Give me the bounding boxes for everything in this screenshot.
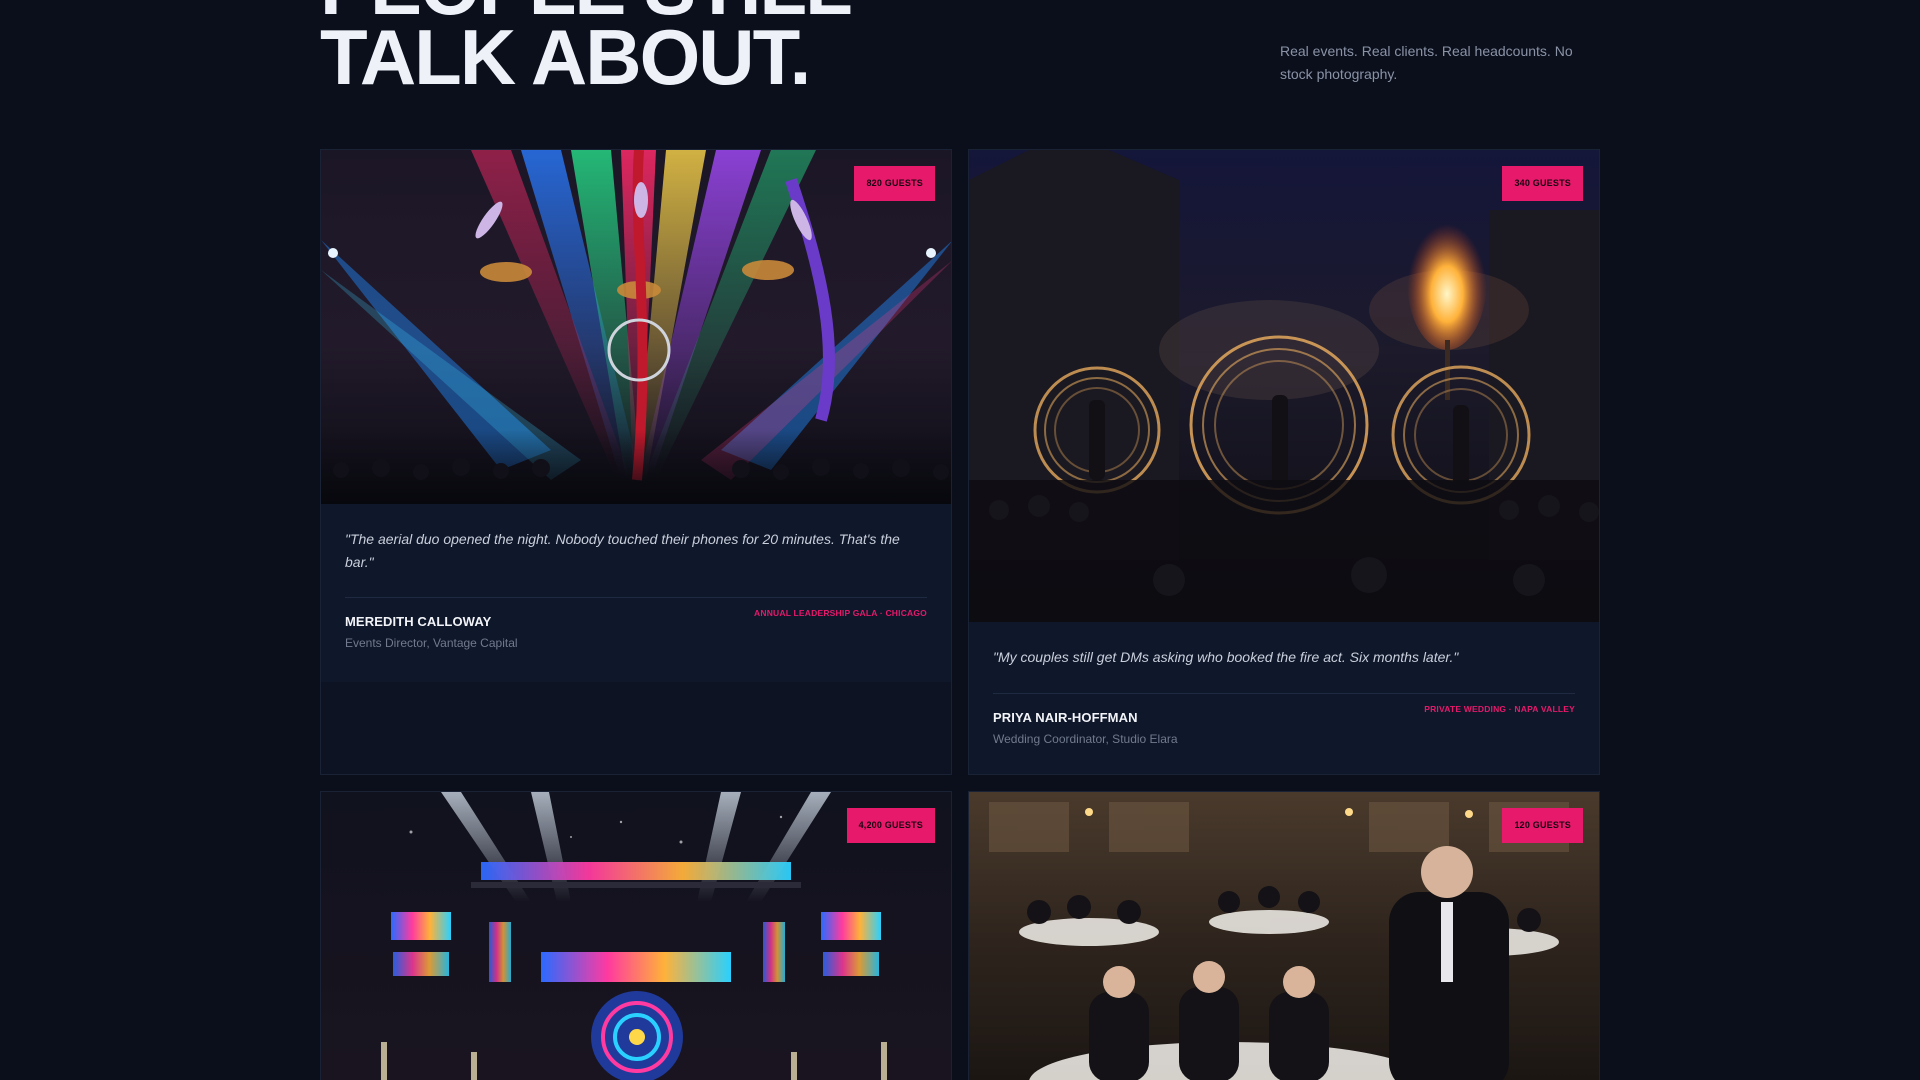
testimonial-meta: PRIYA NAIR-HOFFMAN Wedding Coordinator, … <box>993 704 1575 746</box>
fire-performers-photo: 340 GUESTS <box>969 150 1599 622</box>
section-heading: PEOPLE STILL TALK ABOUT. <box>320 0 853 101</box>
divider <box>345 597 927 598</box>
client-role: Events Director, Vantage Capital <box>345 636 518 650</box>
event-label: ANNUAL LEADERSHIP GALA · CHICAGO <box>754 608 927 618</box>
guest-count-badge: 4,200 GUESTS <box>846 808 935 843</box>
event-label: PRIVATE WEDDING · NAPA VALLEY <box>1424 704 1575 714</box>
testimonial-card-1[interactable]: 820 GUESTS "The aerial duo opened the ni… <box>320 149 952 775</box>
section-subtitle: Real events. Real clients. Real headcoun… <box>1280 43 1573 82</box>
guest-count-badge: 340 GUESTS <box>1502 166 1583 201</box>
banquet-magician-photo: 120 GUESTS <box>969 792 1599 1080</box>
quote-box: "The aerial duo opened the night. Nobody… <box>321 504 951 682</box>
guest-count-badge: 120 GUESTS <box>1502 808 1583 843</box>
divider <box>993 693 1575 694</box>
testimonial-card-4[interactable]: 120 GUESTS <box>968 791 1600 1080</box>
testimonial-card-2[interactable]: 340 GUESTS "My couples still get DMs ask… <box>968 149 1600 775</box>
testimonial-meta: MEREDITH CALLOWAY Events Director, Vanta… <box>345 608 927 650</box>
testimonials-section: PEOPLE STILL TALK ABOUT. Real events. Re… <box>0 0 1920 1080</box>
guest-count-badge: 820 GUESTS <box>854 166 935 201</box>
aerial-circus-gala-photo: 820 GUESTS <box>321 150 951 504</box>
testimonial-quote: "My couples still get DMs asking who boo… <box>993 649 1459 665</box>
heading-line-2: TALK ABOUT. <box>320 13 811 101</box>
testimonial-card-3[interactable]: 4,200 GUESTS <box>320 791 952 1080</box>
testimonial-quote: "The aerial duo opened the night. Nobody… <box>345 531 900 570</box>
concert-stage-photo: 4,200 GUESTS <box>321 792 951 1080</box>
client-role: Wedding Coordinator, Studio Elara <box>993 732 1178 746</box>
quote-box: "My couples still get DMs asking who boo… <box>969 622 1599 774</box>
